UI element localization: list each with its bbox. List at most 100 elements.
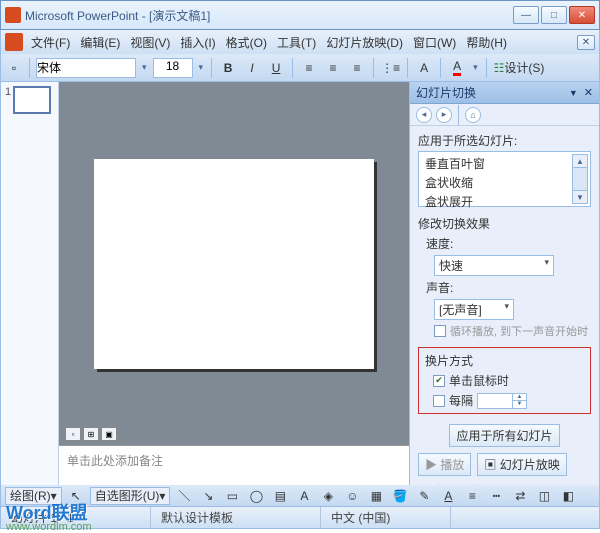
on-click-checkbox[interactable]: ✔ <box>433 375 445 387</box>
menu-help[interactable]: 帮助(H) <box>462 32 511 53</box>
advance-slide-group: 换片方式 ✔ 单击鼠标时 每隔 ▲ ▼ <box>418 347 591 414</box>
scroll-track[interactable] <box>572 168 588 190</box>
menu-insert[interactable]: 插入(I) <box>176 32 219 53</box>
titlebar: Microsoft PowerPoint - [演示文稿1] — □ ✕ <box>0 0 600 30</box>
thumbnail-preview <box>13 86 51 114</box>
status-template: 默认设计模板 <box>151 507 321 528</box>
align-left-button[interactable]: ≡ <box>299 58 319 78</box>
line-tool-icon[interactable]: ＼ <box>174 486 194 506</box>
play-button[interactable]: ▶ 播放 <box>418 453 471 476</box>
sound-value: [无声音] <box>439 303 482 317</box>
italic-button[interactable]: I <box>242 58 262 78</box>
shadow-icon[interactable]: ◫ <box>534 486 554 506</box>
on-click-label: 单击鼠标时 <box>449 372 509 389</box>
align-right-button[interactable]: ≡ <box>347 58 367 78</box>
menu-format[interactable]: 格式(O) <box>222 32 271 53</box>
3d-icon[interactable]: ◧ <box>558 486 578 506</box>
line-style-icon[interactable]: ≡ <box>462 486 482 506</box>
font-selector[interactable]: 宋体 <box>36 58 136 78</box>
align-center-button[interactable]: ≡ <box>323 58 343 78</box>
new-doc-icon[interactable]: ▫ <box>5 59 23 77</box>
slideshow-view-button[interactable]: ▣ <box>101 427 117 441</box>
interval-value <box>478 394 512 408</box>
clipart-tool-icon[interactable]: ☺ <box>342 486 362 506</box>
autoshapes-label: 自选图形(U) <box>95 487 160 504</box>
caret-icon: ▾ <box>504 301 509 312</box>
dash-style-icon[interactable]: ┅ <box>486 486 506 506</box>
speed-dropdown[interactable]: 快速 ▾ <box>434 255 554 276</box>
task-pane-header: 幻灯片切换 ▼ ✕ <box>410 82 599 104</box>
app-icon <box>5 7 21 23</box>
nav-home-icon[interactable]: ⌂ <box>465 107 481 123</box>
every-checkbox[interactable] <box>433 395 445 407</box>
status-language: 中文 (中国) <box>321 507 451 528</box>
normal-view-button[interactable]: ▫ <box>65 427 81 441</box>
underline-button[interactable]: U <box>266 58 286 78</box>
minimize-button[interactable]: — <box>513 6 539 24</box>
rect-tool-icon[interactable]: ▭ <box>222 486 242 506</box>
slide-thumbnails-panel: 1 <box>1 82 59 485</box>
picture-tool-icon[interactable]: ▦ <box>366 486 386 506</box>
font-dropdown-icon[interactable]: ▾ <box>140 62 149 73</box>
menu-view[interactable]: 视图(V) <box>126 32 174 53</box>
bold-button[interactable]: B <box>218 58 238 78</box>
wordart-tool-icon[interactable]: A <box>294 486 314 506</box>
doc-close-button[interactable]: ✕ <box>577 35 595 50</box>
scroll-down-icon[interactable]: ▼ <box>572 190 588 204</box>
every-label: 每隔 <box>449 392 473 409</box>
fill-color-icon[interactable]: 🪣 <box>390 486 410 506</box>
oval-tool-icon[interactable]: ◯ <box>246 486 266 506</box>
caret-icon: ▾ <box>544 257 549 268</box>
menu-tools[interactable]: 工具(T) <box>273 32 320 53</box>
task-pane-title: 幻灯片切换 <box>416 84 569 101</box>
apply-all-button[interactable]: 应用于所有幻灯片 <box>449 424 559 447</box>
nav-back-icon[interactable]: ◂ <box>416 107 432 123</box>
scroll-up-icon[interactable]: ▲ <box>572 154 588 168</box>
autoshapes-menu[interactable]: 自选图形(U) ▾ <box>90 487 171 505</box>
loop-label: 循环播放, 到下一声音开始时 <box>450 323 588 339</box>
diagram-tool-icon[interactable]: ◈ <box>318 486 338 506</box>
slideshow-button[interactable]: ▣ 幻灯片放映 <box>477 453 566 476</box>
thumbnail-item[interactable]: 1 <box>5 86 54 114</box>
sound-dropdown[interactable]: [无声音] ▾ <box>434 299 514 320</box>
interval-spinner[interactable]: ▲ ▼ <box>477 393 527 409</box>
increase-font-button[interactable]: A <box>414 58 434 78</box>
menu-window[interactable]: 窗口(W) <box>409 32 460 53</box>
spin-down-icon[interactable]: ▼ <box>512 401 526 408</box>
line-color-icon[interactable]: ✎ <box>414 486 434 506</box>
font-size-selector[interactable]: 18 <box>153 58 193 78</box>
menu-file[interactable]: 文件(F) <box>27 32 74 53</box>
office-orb-icon[interactable] <box>5 33 23 51</box>
spin-up-icon[interactable]: ▲ <box>512 394 526 401</box>
loop-checkbox[interactable] <box>434 325 446 337</box>
effect-item[interactable]: 盒状收缩 <box>421 173 572 192</box>
menu-slideshow[interactable]: 幻灯片放映(D) <box>322 32 407 53</box>
size-dropdown-icon[interactable]: ▾ <box>197 62 206 73</box>
task-pane-close-icon[interactable]: ✕ <box>584 86 593 99</box>
nav-forward-icon[interactable]: ▸ <box>436 107 452 123</box>
task-pane-dropdown-icon[interactable]: ▼ <box>569 88 578 98</box>
design-label: 设计(S) <box>504 59 544 76</box>
formatting-toolbar: ▫ 宋体 ▾ 18 ▾ B I U ≡ ≡ ≡ ⋮≡ A A ▾ ☷ 设计(S) <box>0 54 600 82</box>
slide[interactable] <box>94 159 374 369</box>
transition-effect-list[interactable]: 垂直百叶窗 盒状收缩 盒状展开 ▲ ▼ <box>418 151 591 207</box>
watermark-url: www.wordlm.com <box>6 521 92 533</box>
textbox-tool-icon[interactable]: ▤ <box>270 486 290 506</box>
font-color-button[interactable]: A <box>447 58 467 78</box>
arrow-tool-icon[interactable]: ↘ <box>198 486 218 506</box>
design-button[interactable]: ☷ 设计(S) <box>493 58 546 78</box>
notes-pane[interactable]: 单击此处添加备注 <box>59 445 409 485</box>
font-color-icon[interactable]: A <box>438 486 458 506</box>
effect-item[interactable]: 盒状展开 <box>421 192 572 211</box>
speed-label: 速度: <box>426 235 453 252</box>
effect-item[interactable]: 垂直百叶窗 <box>421 154 572 173</box>
sound-label: 声音: <box>426 279 453 296</box>
close-button[interactable]: ✕ <box>569 6 595 24</box>
maximize-button[interactable]: □ <box>541 6 567 24</box>
font-color-dropdown-icon[interactable]: ▾ <box>471 62 480 73</box>
sorter-view-button[interactable]: ⊞ <box>83 427 99 441</box>
bullets-button[interactable]: ⋮≡ <box>380 58 401 78</box>
arrow-style-icon[interactable]: ⇄ <box>510 486 530 506</box>
menu-edit[interactable]: 编辑(E) <box>76 32 124 53</box>
speed-value: 快速 <box>439 259 463 273</box>
